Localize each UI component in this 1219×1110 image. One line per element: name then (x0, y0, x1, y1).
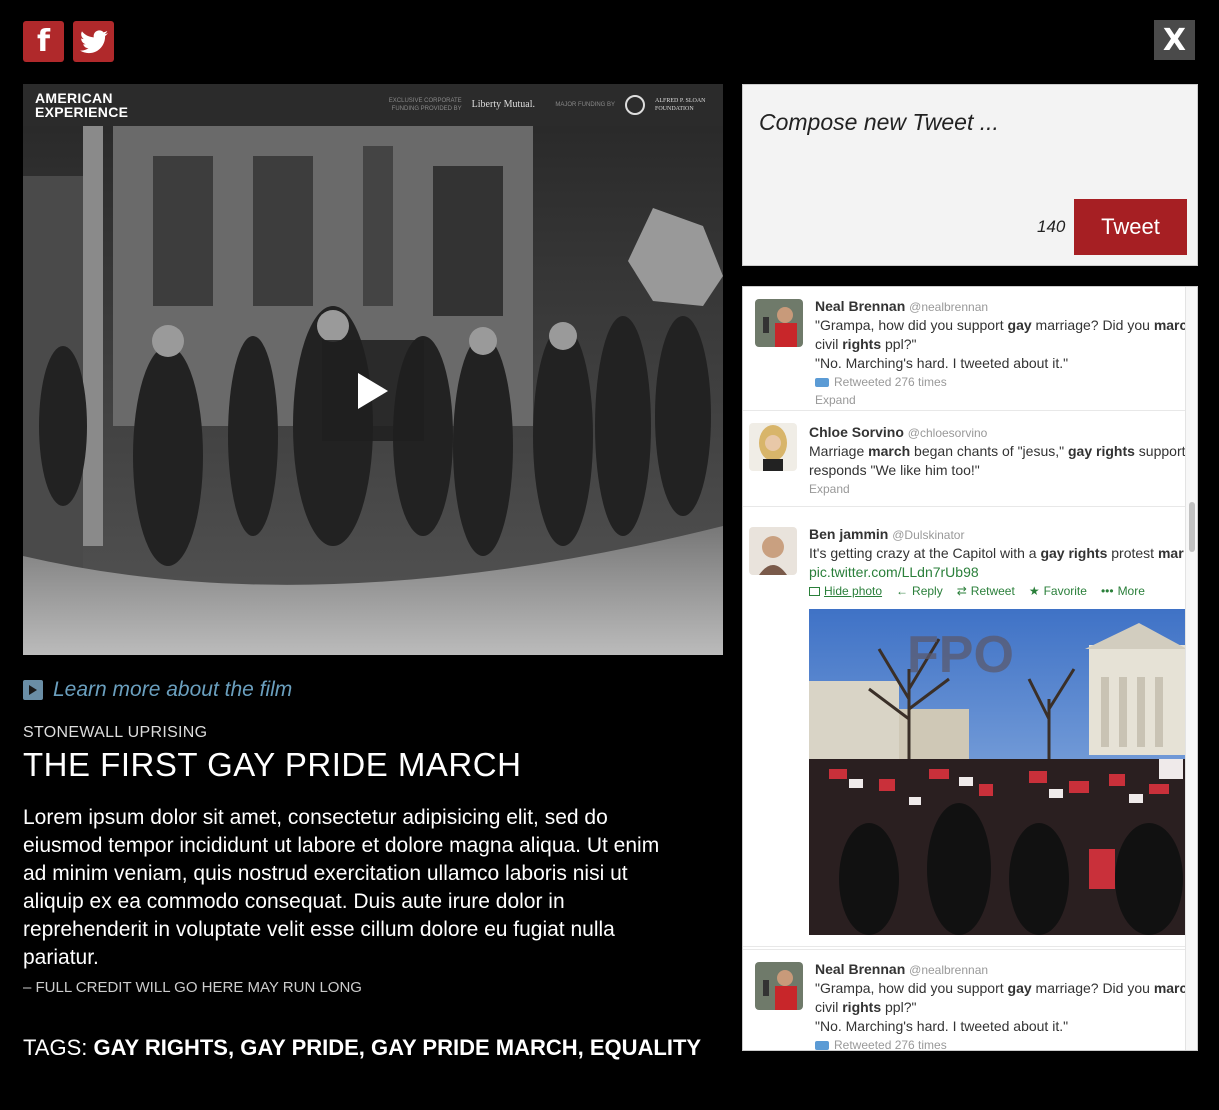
tweet-content: Ben jammin @Dulskinator It's getting cra… (809, 525, 1187, 600)
character-count: 140 (1037, 217, 1066, 236)
twitter-bird-icon (79, 29, 108, 53)
avatar (749, 527, 797, 575)
more-action[interactable]: ••• More (1101, 582, 1145, 600)
tweet-item[interactable]: Neal Brennan @nealbrennan "Grampa, how d… (743, 287, 1187, 411)
close-icon: X (1162, 22, 1187, 58)
photo-icon (809, 586, 820, 596)
play-square-icon (23, 680, 43, 700)
tweet-content: Neal Brennan @nealbrennan "Grampa, how d… (815, 960, 1187, 1050)
article-title: THE FIRST GAY PRIDE MARCH (23, 746, 522, 783)
tweet-text-line: civil rights ppl?" (815, 999, 917, 1015)
feed-scroll-thumb[interactable] (1189, 502, 1195, 552)
feed-scrollbar[interactable] (1185, 287, 1197, 1050)
tweet-content: Neal Brennan @nealbrennan "Grampa, how d… (815, 297, 1187, 409)
close-button[interactable]: X (1154, 20, 1195, 60)
expand-link[interactable]: Expand (809, 480, 1187, 498)
play-button[interactable] (322, 340, 424, 441)
tweet-photo[interactable]: FPO (809, 609, 1187, 935)
tweet-text-line: "Grampa, how did you support gay marriag… (815, 317, 1187, 333)
facebook-icon: f (36, 23, 51, 59)
liberty-mutual-logo: Liberty Mutual. (471, 99, 535, 110)
tweet-text-line: "Grampa, how did you support gay marriag… (815, 980, 1187, 996)
tweet-item[interactable]: Neal Brennan @nealbrennan "Grampa, how d… (743, 949, 1187, 1050)
retweet-count: Retweeted 276 times (815, 1036, 1187, 1050)
retweet-icon (815, 1041, 829, 1050)
tweet-button[interactable]: Tweet (1074, 199, 1187, 255)
tweet-author-handle[interactable]: @nealbrennan (909, 963, 988, 977)
article-kicker: STONEWALL UPRISING (23, 724, 208, 741)
tweet-text-line: "No. Marching's hard. I tweeted about it… (815, 355, 1069, 371)
tweet-text-line: responds "We like him too!" (809, 462, 980, 478)
tweet-feed[interactable]: Neal Brennan @nealbrennan "Grampa, how d… (742, 286, 1198, 1051)
sponsors: EXCLUSIVE CORPORATE FUNDING PROVIDED BY … (382, 95, 711, 115)
tweet-actions: Hide photo ← Reply ⇄ Retweet ★ Favorite •••… (809, 582, 1187, 600)
star-icon: ★ (1028, 584, 1040, 598)
play-icon (358, 372, 388, 409)
twitter-share-button[interactable] (73, 21, 114, 62)
tweet-text-line: civil rights ppl?" (815, 336, 917, 352)
tweet-author-name[interactable]: Neal Brennan (815, 298, 905, 314)
tweet-photo-link[interactable]: pic.twitter.com/LLdn7rUb98 (809, 563, 1187, 582)
video-sponsor-bar: AMERICAN EXPERIENCE EXCLUSIVE CORPORATE … (23, 84, 723, 126)
article-tags: TAGS: GAY RIGHTS, GAY PRIDE, GAY PRIDE M… (23, 1035, 701, 1061)
video-player[interactable]: AMERICAN EXPERIENCE EXCLUSIVE CORPORATE … (23, 84, 723, 655)
expand-link[interactable]: Expand (815, 391, 1187, 409)
tweet-author-name[interactable]: Chloe Sorvino (809, 424, 904, 440)
tweet-content: Chloe Sorvino @chloesorvino Marriage mar… (809, 423, 1187, 498)
hide-photo-action[interactable]: Hide photo (809, 582, 882, 600)
learn-more-label: Learn more about the film (53, 678, 293, 701)
tweet-text-line: Marriage march began chants of "jesus," … (809, 443, 1186, 459)
sponsor-2-note: MAJOR FUNDING BY (555, 102, 615, 108)
compose-tweet-input[interactable]: Compose new Tweet ... (759, 109, 999, 136)
article-credit: – FULL CREDIT WILL GO HERE MAY RUN LONG (23, 979, 362, 996)
more-dots-icon: ••• (1100, 584, 1114, 598)
tags-list[interactable]: GAY RIGHTS, GAY PRIDE, GAY PRIDE MARCH, … (94, 1035, 702, 1060)
avatar (749, 423, 797, 471)
tweet-author-handle[interactable]: @nealbrennan (909, 300, 988, 314)
facebook-share-button[interactable]: f (23, 21, 64, 62)
retweet-count: Retweeted 276 times (815, 373, 1187, 391)
tweet-text-line: "No. Marching's hard. I tweeted about it… (815, 1018, 1069, 1034)
reply-icon: ← (896, 584, 909, 598)
fpo-overlay-text: FPO (907, 626, 1014, 684)
retweet-icon: ⇄ (956, 584, 967, 598)
social-share-bar: f (23, 21, 114, 62)
avatar (755, 299, 803, 347)
favorite-action[interactable]: ★ Favorite (1029, 582, 1087, 600)
tweet-author-name[interactable]: Neal Brennan (815, 961, 905, 977)
compose-tweet-box: Compose new Tweet ... 140 Tweet (742, 84, 1198, 266)
sloan-foundation-logo: ALFRED P. SLOAN FOUNDATION (655, 98, 706, 112)
tweet-item[interactable]: Chloe Sorvino @chloesorvino Marriage mar… (743, 411, 1187, 507)
tweet-author-name[interactable]: Ben jammin (809, 526, 888, 542)
american-experience-logo: AMERICAN EXPERIENCE (35, 91, 128, 119)
brand-line-2: EXPERIENCE (35, 104, 129, 120)
sponsor-1-note: EXCLUSIVE CORPORATE FUNDING PROVIDED BY (388, 98, 462, 112)
sloan-seal-icon (625, 95, 645, 115)
tweet-text-line: It's getting crazy at the Capitol with a… (809, 545, 1184, 561)
tags-label: TAGS: (23, 1035, 94, 1060)
retweet-action[interactable]: ⇄ Retweet (957, 582, 1015, 600)
tweet-author-handle[interactable]: @chloesorvino (908, 426, 988, 440)
tweet-author-handle[interactable]: @Dulskinator (892, 528, 964, 542)
retweet-icon (815, 378, 829, 388)
brand-line-1: AMERICAN (35, 90, 113, 106)
article-body: Lorem ipsum dolor sit amet, consectetur … (23, 806, 660, 969)
reply-action[interactable]: ← Reply (896, 582, 943, 600)
avatar (755, 962, 803, 1010)
learn-more-link[interactable]: Learn more about the film (23, 678, 292, 702)
